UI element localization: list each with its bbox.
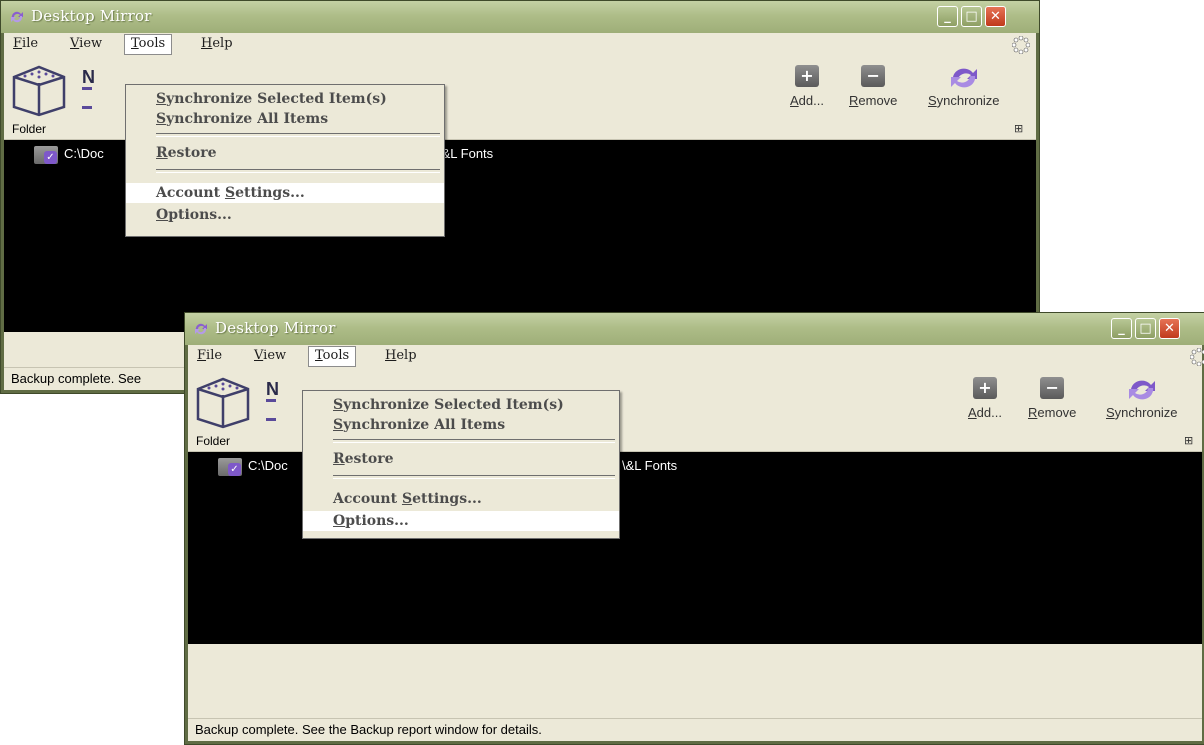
logo-text: N [82, 67, 95, 87]
menu-item-options[interactable]: Options... [303, 511, 619, 531]
status-text: Backup complete. See [11, 371, 142, 386]
status-bar: Backup complete. See the Backup report w… [188, 718, 1202, 741]
menu-help[interactable]: Help [195, 35, 239, 53]
close-icon: ✕ [1164, 321, 1175, 336]
minus-icon: − [861, 65, 886, 87]
plus-icon: + [794, 65, 819, 87]
add-label: Add... [968, 405, 1002, 420]
window-title: Desktop Mirror [31, 7, 152, 25]
app-logo [192, 375, 254, 429]
menu-item-account-settings[interactable]: Account Settings... [126, 183, 444, 203]
add-button[interactable]: + Add... [790, 65, 824, 108]
menu-separator [333, 475, 615, 479]
title-bar[interactable]: Desktop Mirror _ □ ✕ [1, 1, 1039, 33]
synchronize-label: Synchronize [928, 93, 1000, 108]
menu-item-synchronize-all[interactable]: Synchronize All Items [126, 109, 444, 129]
minimize-icon: _ [944, 9, 951, 24]
column-header-folder[interactable]: Folder [196, 434, 230, 448]
close-button[interactable]: ✕ [985, 6, 1006, 27]
add-label: Add... [790, 93, 824, 108]
menu-tools[interactable]: Tools [124, 34, 173, 55]
remove-button[interactable]: − Remove [1028, 377, 1076, 420]
desktop-mirror-window-front: Desktop Mirror _ □ ✕ File View Tools Hel… [184, 312, 1204, 745]
minus-icon: − [1040, 377, 1065, 399]
window-title: Desktop Mirror [215, 319, 336, 337]
menu-view[interactable]: View [64, 35, 108, 53]
app-logo [8, 63, 70, 117]
logo-mark [82, 87, 92, 109]
sync-arrows-icon [946, 65, 982, 91]
tools-menu-dropdown: Synchronize Selected Item(s) Synchronize… [125, 84, 445, 237]
folder-path-start: C:\Doc [64, 146, 104, 161]
maximize-icon: □ [965, 9, 978, 24]
maximize-button[interactable]: □ [1135, 318, 1156, 339]
tools-menu-dropdown: Synchronize Selected Item(s) Synchronize… [302, 390, 620, 539]
menu-bar: File View Tools Help [188, 345, 1204, 367]
synchronize-button[interactable]: Synchronize [928, 65, 1000, 108]
menu-view[interactable]: View [248, 347, 292, 365]
minimize-icon: _ [1118, 321, 1125, 336]
status-text: Backup complete. See the Backup report w… [195, 722, 542, 737]
menu-item-restore[interactable]: Restore [126, 143, 444, 163]
synchronize-button[interactable]: Synchronize [1106, 377, 1178, 420]
check-icon: ✓ [44, 151, 57, 164]
menu-item-account-settings[interactable]: Account Settings... [303, 489, 619, 509]
title-bar[interactable]: Desktop Mirror _ □ ✕ [185, 313, 1204, 345]
spinner-icon [1011, 35, 1031, 55]
menu-item-synchronize-selected[interactable]: Synchronize Selected Item(s) [126, 89, 444, 109]
menu-file[interactable]: File [7, 35, 44, 53]
remove-button[interactable]: − Remove [849, 65, 897, 108]
menu-item-restore[interactable]: Restore [303, 449, 619, 469]
minimize-button[interactable]: _ [1111, 318, 1132, 339]
add-button[interactable]: + Add... [968, 377, 1002, 420]
spinner-icon [1189, 347, 1204, 367]
menu-item-options[interactable]: Options... [126, 205, 444, 225]
logo-mark [266, 399, 276, 421]
close-button[interactable]: ✕ [1159, 318, 1180, 339]
logo-text: N [266, 379, 279, 399]
app-sync-icon [9, 9, 25, 25]
minimize-button[interactable]: _ [937, 6, 958, 27]
menu-file[interactable]: File [191, 347, 228, 365]
column-chooser-icon[interactable]: ⊞ [1184, 435, 1196, 447]
menu-bar: File View Tools Help [4, 33, 1036, 55]
check-icon: ✓ [228, 463, 241, 476]
menu-item-synchronize-selected[interactable]: Synchronize Selected Item(s) [303, 395, 619, 415]
menu-separator [156, 169, 440, 173]
folder-path-end: \&L Fonts [438, 146, 494, 161]
menu-help[interactable]: Help [379, 347, 423, 365]
folder-path-start: C:\Doc [248, 458, 288, 473]
maximize-icon: □ [1139, 321, 1152, 336]
folder-path-end: \&L Fonts [622, 458, 678, 473]
app-sync-icon [193, 321, 209, 337]
plus-icon: + [972, 377, 997, 399]
close-icon: ✕ [990, 9, 1001, 24]
synchronize-label: Synchronize [1106, 405, 1178, 420]
column-header-folder[interactable]: Folder [12, 122, 46, 136]
remove-label: Remove [849, 93, 898, 108]
menu-item-synchronize-all[interactable]: Synchronize All Items [303, 415, 619, 435]
remove-label: Remove [1028, 405, 1077, 420]
menu-tools[interactable]: Tools [308, 346, 357, 367]
menu-separator [333, 439, 615, 443]
sync-arrows-icon [1124, 377, 1160, 403]
column-chooser-icon[interactable]: ⊞ [1014, 123, 1026, 135]
menu-separator [156, 133, 440, 137]
maximize-button[interactable]: □ [961, 6, 982, 27]
